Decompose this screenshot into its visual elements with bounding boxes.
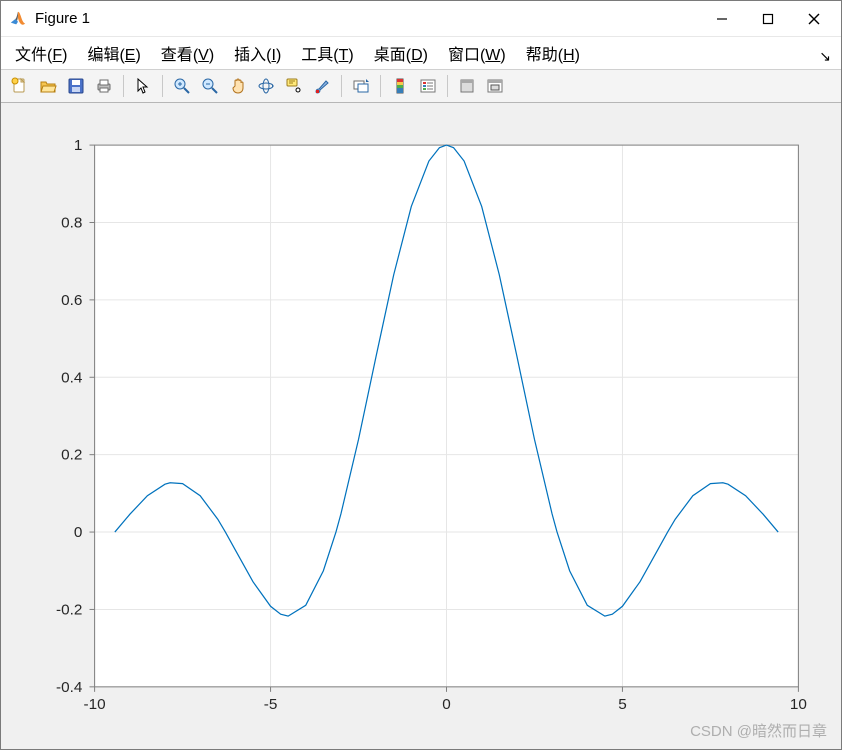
svg-text:10: 10 — [790, 696, 807, 713]
maximize-button[interactable] — [745, 4, 791, 34]
menu-file[interactable]: 文件(F) — [7, 37, 75, 69]
pan-button[interactable] — [225, 73, 251, 99]
zoom-in-button[interactable] — [169, 73, 195, 99]
svg-text:0.2: 0.2 — [61, 447, 82, 464]
open-button[interactable] — [35, 73, 61, 99]
toolbar-separator — [162, 75, 163, 97]
toolbar-separator — [447, 75, 448, 97]
brush-button[interactable] — [309, 73, 335, 99]
menu-edit[interactable]: 编辑(E) — [79, 37, 148, 69]
svg-text:1: 1 — [74, 137, 83, 154]
titlebar: Figure 1 — [1, 1, 841, 37]
svg-text:0.8: 0.8 — [61, 215, 82, 232]
svg-text:-0.4: -0.4 — [56, 679, 82, 696]
svg-text:0.6: 0.6 — [61, 292, 82, 309]
select-button[interactable] — [130, 73, 156, 99]
data-cursor-button[interactable] — [281, 73, 307, 99]
window-title: Figure 1 — [35, 10, 90, 27]
save-button[interactable] — [63, 73, 89, 99]
menu-tools[interactable]: 工具(T) — [293, 37, 361, 69]
rotate-button[interactable] — [253, 73, 279, 99]
zoom-out-button[interactable] — [197, 73, 223, 99]
figure-body: -10-50510-0.4-0.200.20.40.60.81 CSDN @暗然… — [1, 103, 841, 749]
svg-text:-0.2: -0.2 — [56, 602, 82, 619]
toolbar-separator — [341, 75, 342, 97]
svg-text:-5: -5 — [264, 696, 278, 713]
menubar: 文件(F) 编辑(E) 查看(V) 插入(I) 工具(T) 桌面(D) 窗口(W… — [1, 37, 841, 69]
dock-button[interactable] — [482, 73, 508, 99]
toolbar-separator — [123, 75, 124, 97]
menu-view[interactable]: 查看(V) — [153, 37, 222, 69]
print-button[interactable] — [91, 73, 117, 99]
axes[interactable]: -10 -5 0 5 10 -0.4 -0.2 0 0.2 0.4 0.6 0.8 1 — [13, 115, 829, 737]
new-figure-button[interactable] — [7, 73, 33, 99]
menu-help[interactable]: 帮助(H) — [518, 37, 588, 69]
close-button[interactable] — [791, 4, 837, 34]
link-plot-button[interactable] — [348, 73, 374, 99]
menu-insert[interactable]: 插入(I) — [226, 37, 289, 69]
menubar-overflow-icon[interactable]: ↘ — [819, 48, 831, 65]
svg-text:5: 5 — [618, 696, 627, 713]
colorbar-button[interactable] — [387, 73, 413, 99]
svg-text:0: 0 — [442, 696, 451, 713]
minimize-button[interactable] — [699, 4, 745, 34]
svg-text:0: 0 — [74, 524, 83, 541]
matlab-icon — [9, 10, 27, 28]
hide-plot-tools-button[interactable] — [454, 73, 480, 99]
menu-window[interactable]: 窗口(W) — [440, 37, 514, 69]
toolbar-separator — [380, 75, 381, 97]
svg-text:-10: -10 — [84, 696, 106, 713]
svg-text:0.4: 0.4 — [61, 369, 82, 386]
legend-button[interactable] — [415, 73, 441, 99]
menu-desktop[interactable]: 桌面(D) — [366, 37, 436, 69]
toolbar — [1, 69, 841, 103]
